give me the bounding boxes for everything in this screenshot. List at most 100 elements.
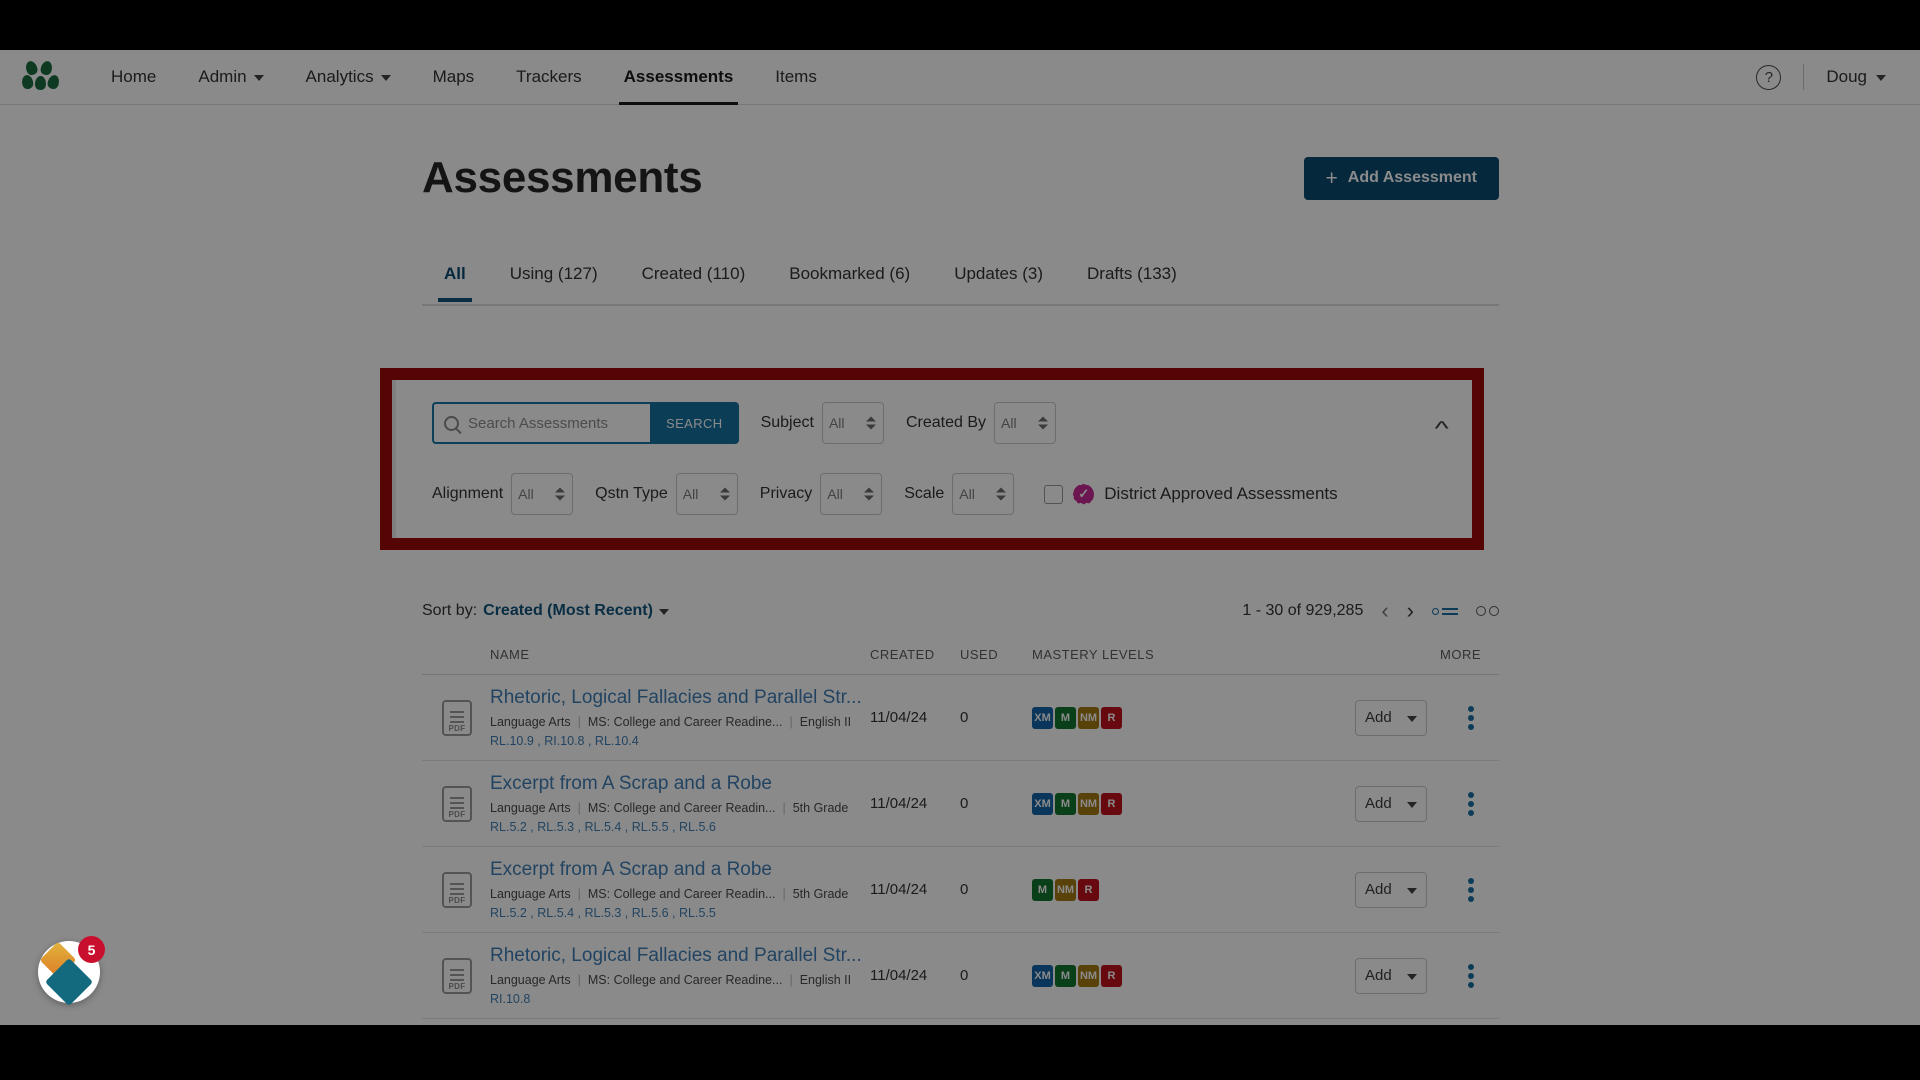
mastery-badge-xm: XM — [1032, 964, 1053, 987]
row-standards[interactable]: RI.10.8 — [490, 992, 870, 1006]
pdf-file-icon: PDF — [442, 785, 472, 822]
filter-created-by-select[interactable]: All — [994, 402, 1056, 444]
add-to-dropdown[interactable]: Add — [1355, 699, 1427, 736]
row-icon-cell: PDF — [422, 699, 490, 736]
chevron-right-icon[interactable]: › — [1407, 600, 1414, 622]
nav-item-label: Assessments — [623, 67, 734, 86]
row-name-cell: Rhetoric, Logical Fallacies and Parallel… — [490, 945, 870, 1006]
search-icon — [444, 415, 459, 431]
row-more-menu-icon[interactable] — [1457, 791, 1485, 816]
row-name-link[interactable]: Excerpt from A Scrap and a Robe — [490, 773, 870, 795]
tab-label: All — [444, 264, 466, 283]
row-used: 0 — [960, 795, 969, 812]
tab-using[interactable]: Using (127) — [488, 258, 620, 300]
mastery-badge-m: M — [1055, 964, 1076, 987]
table-row[interactable]: PDFMultiplication and division multi ste… — [422, 1019, 1499, 1025]
add-label: Add — [1365, 795, 1392, 812]
filter-qstn-type-select[interactable]: All — [675, 473, 738, 515]
table-row[interactable]: PDF Rhetoric, Logical Fallacies and Paral… — [422, 675, 1499, 761]
user-menu-button[interactable]: Doug — [1826, 67, 1886, 87]
add-assessment-label: Add Assessment — [1347, 169, 1477, 186]
row-name-link[interactable]: Rhetoric, Logical Fallacies and Parallel… — [490, 687, 870, 709]
pdf-file-icon: PDF — [442, 957, 472, 994]
header-used: USED — [960, 647, 999, 662]
filter-scale-select[interactable]: All — [952, 473, 1015, 515]
table-row[interactable]: PDF Rhetoric, Logical Fallacies and Paral… — [422, 933, 1499, 1019]
row-created: 11/04/24 — [870, 709, 928, 726]
mastery-badge-group: M NM R — [1032, 878, 1322, 901]
district-approved-label: District Approved Assessments — [1104, 484, 1338, 503]
search-button[interactable]: SEARCH — [650, 402, 739, 444]
row-actions-cell: Add — [1322, 871, 1499, 908]
add-to-dropdown[interactable]: Add — [1355, 871, 1427, 908]
header-created: CREATED — [870, 647, 935, 662]
table-row[interactable]: PDF Excerpt from A Scrap and a Robe Langua… — [422, 847, 1499, 933]
mastery-leaf-logo-icon[interactable] — [20, 59, 62, 93]
add-to-dropdown[interactable]: Add — [1355, 785, 1427, 822]
chevron-up-icon[interactable]: ^ — [1434, 418, 1448, 441]
nav-item-assessments[interactable]: Assessments — [603, 50, 755, 105]
district-approved-checkbox[interactable] — [1044, 484, 1064, 504]
stepper-icon — [719, 487, 730, 501]
tab-created[interactable]: Created (110) — [620, 258, 768, 300]
mastery-badge-nm: NM — [1055, 878, 1076, 901]
row-name-link[interactable]: Rhetoric, Logical Fallacies and Parallel… — [490, 945, 870, 967]
row-grade: 5th Grade — [792, 886, 849, 901]
header-more: MORE — [1440, 647, 1481, 662]
nav-item-admin[interactable]: Admin — [177, 50, 284, 105]
filter-subject-value: All — [828, 415, 845, 431]
nav-item-trackers[interactable]: Trackers — [495, 50, 603, 105]
chat-help-widget[interactable]: 5 — [38, 936, 105, 1007]
tab-all[interactable]: All — [422, 258, 488, 302]
row-subject: Language Arts — [490, 800, 571, 815]
row-more-menu-icon[interactable] — [1457, 705, 1485, 730]
row-created: 11/04/24 — [870, 881, 928, 898]
filter-privacy-select[interactable]: All — [820, 473, 883, 515]
add-label: Add — [1365, 881, 1392, 898]
pagination-count: 1 - 30 of 929,285 — [1242, 602, 1364, 619]
search-input[interactable] — [468, 414, 640, 432]
nav-right-group: ? Doug — [1756, 64, 1886, 90]
chevron-down-icon — [1407, 887, 1417, 894]
filter-qstn-type-label: Qstn Type — [595, 485, 668, 502]
mastery-badge-xm: XM — [1032, 792, 1053, 815]
mastery-badge-xm: XM — [1032, 706, 1053, 729]
row-standards[interactable]: RL.10.9 , RI.10.8 , RL.10.4 — [490, 734, 870, 748]
nav-item-maps[interactable]: Maps — [412, 50, 496, 105]
pdf-file-icon: PDF — [442, 699, 472, 736]
grid-view-icon[interactable] — [1476, 606, 1499, 616]
add-to-dropdown[interactable]: Add — [1355, 957, 1427, 994]
mastery-badge-group: XM M NM R — [1032, 964, 1322, 987]
mastery-badge-m: M — [1055, 792, 1076, 815]
nav-item-analytics[interactable]: Analytics — [285, 50, 412, 105]
sort-by-dropdown[interactable]: Sort by: Created (Most Recent) — [422, 602, 669, 620]
row-actions-cell: Add — [1322, 785, 1499, 822]
row-name-link[interactable]: Excerpt from A Scrap and a Robe — [490, 859, 870, 881]
filter-alignment-select[interactable]: All — [511, 473, 574, 515]
row-more-menu-icon[interactable] — [1457, 877, 1485, 902]
table-row[interactable]: PDF Excerpt from A Scrap and a Robe Langua… — [422, 761, 1499, 847]
help-glyph: ? — [1764, 68, 1774, 86]
sort-by-prefix: Sort by: — [422, 602, 478, 619]
mastery-badge-nm: NM — [1078, 964, 1099, 987]
nav-item-home[interactable]: Home — [90, 50, 177, 105]
tab-drafts[interactable]: Drafts (133) — [1065, 258, 1199, 300]
row-standards[interactable]: RL.5.2 , RL.5.4 , RL.5.3 , RL.5.6 , RL.5… — [490, 906, 870, 920]
stepper-icon — [865, 416, 876, 430]
tab-bookmarked[interactable]: Bookmarked (6) — [767, 258, 932, 300]
chevron-left-icon[interactable]: ‹ — [1381, 600, 1388, 622]
add-assessment-button[interactable]: + Add Assessment — [1303, 156, 1499, 200]
tab-label: Updates (3) — [954, 264, 1044, 283]
tab-updates[interactable]: Updates (3) — [932, 258, 1065, 300]
filter-created-by-label: Created By — [905, 414, 986, 431]
search-input-wrapper[interactable] — [432, 402, 650, 444]
row-standards[interactable]: RL.5.2 , RL.5.3 , RL.5.4 , RL.5.5 , RL.5… — [490, 820, 870, 834]
list-view-icon[interactable] — [1432, 607, 1458, 615]
help-icon[interactable]: ? — [1756, 64, 1782, 90]
filter-subject-select[interactable]: All — [821, 402, 884, 444]
row-mastery-levels: XM M NM R — [1032, 706, 1322, 729]
row-more-menu-icon[interactable] — [1457, 963, 1485, 988]
row-grade: English II — [799, 972, 852, 987]
nav-item-items[interactable]: Items — [754, 50, 838, 105]
mastery-badge-r: R — [1101, 964, 1122, 987]
